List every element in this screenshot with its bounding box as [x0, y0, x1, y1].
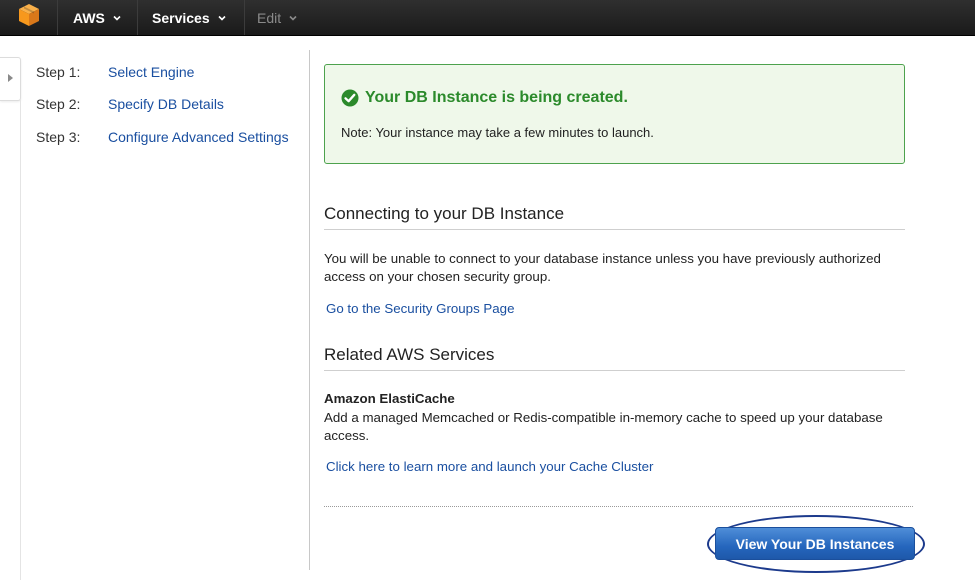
nav-edit-label: Edit [257, 9, 282, 26]
view-db-instances-button[interactable]: View Your DB Instances [715, 527, 915, 560]
nav-aws-label: AWS [73, 9, 105, 26]
step-link-select-engine[interactable]: Select Engine [108, 64, 194, 80]
top-navigation-bar: AWS Services Edit [0, 0, 975, 36]
nav-divider [244, 0, 245, 35]
aws-logo[interactable] [0, 0, 57, 35]
connecting-heading: Connecting to your DB Instance [324, 204, 905, 230]
success-title-row: Your DB Instance is being created. [341, 89, 628, 107]
chevron-down-icon [288, 13, 298, 23]
chevron-down-icon [112, 13, 122, 23]
connecting-description: You will be unable to connect to your da… [324, 251, 881, 284]
security-groups-link[interactable]: Go to the Security Groups Page [326, 301, 514, 316]
elasticache-description: Add a managed Memcached or Redis-compati… [324, 410, 883, 443]
nav-aws-menu[interactable]: AWS [73, 0, 122, 35]
nav-services-label: Services [152, 9, 210, 26]
chevron-down-icon [217, 13, 227, 23]
footer-divider [324, 506, 913, 507]
nav-services-menu[interactable]: Services [152, 0, 227, 35]
nav-edit-menu[interactable]: Edit [257, 0, 298, 35]
related-services-heading: Related AWS Services [324, 345, 905, 371]
success-note: Note: Your instance may take a few minut… [341, 125, 654, 140]
step-link-db-details[interactable]: Specify DB Details [108, 96, 224, 112]
sidebar-toggle-button[interactable] [0, 57, 21, 101]
check-circle-icon [341, 89, 359, 107]
aws-cube-icon [18, 3, 40, 32]
step-link-advanced-settings[interactable]: Configure Advanced Settings [108, 129, 289, 145]
nav-divider [57, 0, 58, 35]
caret-right-icon [6, 70, 14, 88]
content-divider [309, 50, 310, 570]
sidebar-edge [20, 99, 21, 580]
step-number: Step 1: [36, 64, 81, 80]
nav-divider [137, 0, 138, 35]
cache-cluster-link[interactable]: Click here to learn more and launch your… [326, 459, 653, 474]
success-notification: Your DB Instance is being created. Note:… [324, 64, 905, 164]
step-number: Step 2: [36, 96, 81, 112]
elasticache-title: Amazon ElastiCache [324, 391, 455, 406]
success-title: Your DB Instance is being created. [365, 89, 628, 106]
step-number: Step 3: [36, 129, 81, 145]
